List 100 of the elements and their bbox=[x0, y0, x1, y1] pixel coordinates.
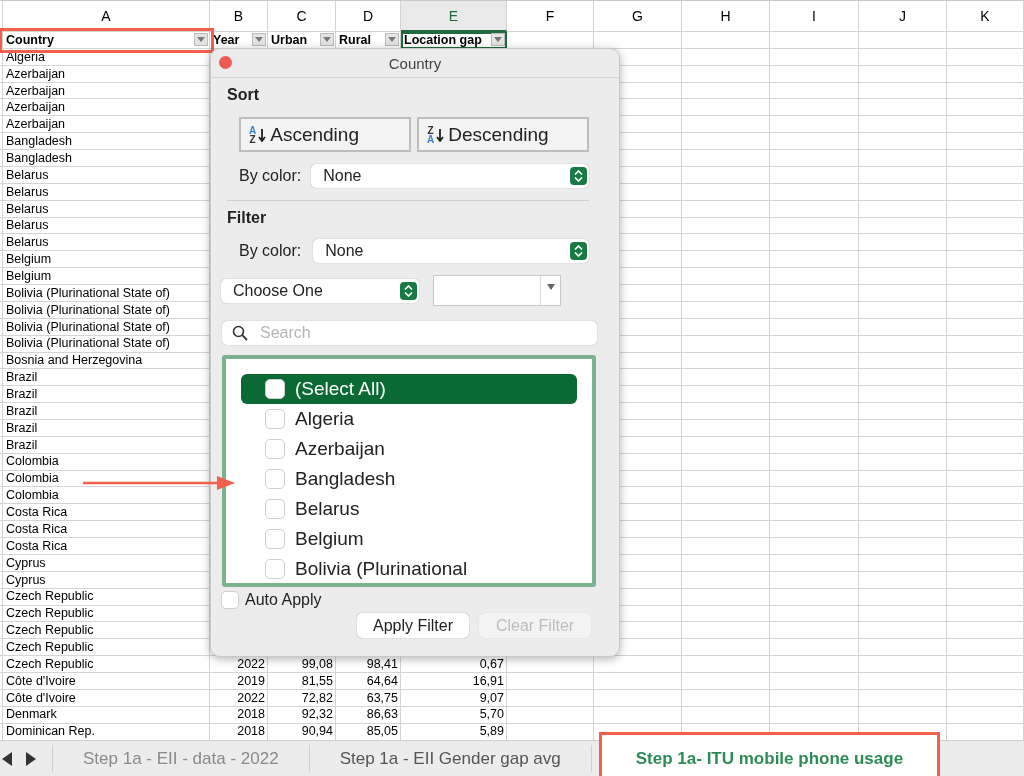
list-item[interactable]: Belarus bbox=[241, 494, 577, 524]
table-cell-text: Belarus bbox=[5, 217, 50, 235]
stepper-icon bbox=[574, 170, 583, 182]
checkbox[interactable] bbox=[265, 439, 285, 459]
table-cell-text: 2022 bbox=[236, 655, 266, 673]
stepper-icon bbox=[574, 245, 583, 257]
sort-button[interactable]: A Z Ascending bbox=[239, 117, 411, 152]
filter-dropdown-button[interactable] bbox=[385, 33, 399, 46]
checkbox-label: Auto Apply bbox=[245, 591, 322, 609]
table-cell-text: Costa Rica bbox=[5, 520, 69, 538]
table-cell-text: 81,55 bbox=[300, 672, 334, 690]
table-cell-text: 86,63 bbox=[365, 706, 399, 724]
next-sheet-icon[interactable] bbox=[26, 751, 36, 766]
sheet-tab[interactable]: Step 1a - EII Gender gap avg bbox=[309, 745, 592, 772]
color-dropdown[interactable]: None bbox=[313, 239, 589, 263]
filter-dropdown-button[interactable] bbox=[194, 33, 208, 46]
table-cell-text: Czech Republic bbox=[5, 622, 95, 639]
table-cell-text: Belarus bbox=[5, 234, 50, 252]
table-cell-text: Bangladesh bbox=[5, 133, 74, 150]
column-title: Country bbox=[6, 32, 54, 49]
table-cell-text: Bolivia (Plurinational State of) bbox=[5, 335, 171, 353]
table-cell-text: Algeria bbox=[5, 48, 46, 66]
table-cell-text: 92,32 bbox=[300, 706, 334, 724]
table-cell-text: 99,08 bbox=[300, 655, 334, 673]
list-item[interactable]: Belgium bbox=[241, 524, 577, 554]
table-cell-text: 72,82 bbox=[300, 689, 334, 707]
list-item[interactable]: Bangladesh bbox=[241, 464, 577, 494]
table-cell-text: Colombia bbox=[5, 487, 60, 505]
table-cell-text: Czech Republic bbox=[5, 588, 95, 606]
checkbox[interactable] bbox=[265, 499, 285, 519]
table-cell-text: 98,41 bbox=[365, 655, 399, 673]
filter-dropdown-button[interactable] bbox=[252, 33, 266, 46]
checkbox[interactable] bbox=[265, 529, 285, 549]
table-cell-text: Brazil bbox=[5, 386, 39, 403]
table-cell-text: Cyprus bbox=[5, 554, 47, 572]
checkbox[interactable] bbox=[221, 591, 239, 609]
search-field[interactable]: Search bbox=[222, 321, 597, 345]
sort-button[interactable]: Z A Descending bbox=[417, 117, 589, 152]
column-title: Rural bbox=[339, 32, 371, 49]
column-title: Year bbox=[213, 32, 240, 49]
search-icon bbox=[232, 325, 248, 341]
table-cell-text: Azerbaijan bbox=[5, 99, 67, 117]
field-label: By color: bbox=[239, 167, 302, 185]
condition-dropdown[interactable]: Choose One bbox=[221, 278, 419, 303]
value-combo-box[interactable] bbox=[433, 275, 561, 306]
table-cell-text: 90,94 bbox=[300, 723, 334, 740]
close-button[interactable] bbox=[219, 56, 232, 69]
table-cell-text: Brazil bbox=[5, 369, 39, 387]
table-cell-text: Dominican Rep. bbox=[5, 723, 96, 740]
table-cell-text: 2018 bbox=[236, 723, 266, 740]
table-cell-text: Czech Republic bbox=[5, 605, 95, 623]
table-cell-text: 64,64 bbox=[365, 672, 399, 690]
column-header[interactable]: E bbox=[401, 1, 507, 32]
filter-dropdown-button[interactable] bbox=[491, 33, 505, 46]
checkbox[interactable] bbox=[265, 559, 285, 579]
list-item[interactable]: (Select All) bbox=[241, 374, 577, 404]
checkbox[interactable] bbox=[265, 409, 285, 429]
list-item[interactable]: Algeria bbox=[241, 404, 577, 434]
table-cell-text: 9,07 bbox=[478, 689, 505, 707]
table-cell-text: Belarus bbox=[5, 200, 50, 218]
table-cell-text: Bangladesh bbox=[5, 150, 74, 167]
table-cell-text: Cyprus bbox=[5, 571, 47, 589]
table-cell-text: Denmark bbox=[5, 706, 58, 724]
stepper-icon bbox=[404, 284, 413, 297]
section-heading: Sort bbox=[227, 86, 260, 104]
table-cell-text: Czech Republic bbox=[5, 655, 95, 673]
table-cell-text: 2019 bbox=[236, 672, 266, 690]
checkbox[interactable] bbox=[265, 379, 285, 399]
color-dropdown[interactable]: None bbox=[311, 164, 589, 188]
sheet-tab[interactable]: Step 1a- ITU mobile phone usage bbox=[601, 735, 938, 776]
table-cell-text: Belarus bbox=[5, 183, 50, 201]
list-item[interactable]: Azerbaijan bbox=[241, 434, 577, 464]
table-cell-text: Colombia bbox=[5, 453, 60, 471]
table-cell-text: 2022 bbox=[236, 689, 266, 707]
table-cell-text: Costa Rica bbox=[5, 504, 69, 521]
table-cell-text: 0,67 bbox=[478, 655, 505, 673]
table-cell-text: Czech Republic bbox=[5, 638, 95, 656]
section-heading: Filter bbox=[227, 209, 268, 227]
table-cell-text: Costa Rica bbox=[5, 537, 69, 555]
table-cell-text: Côte d'Ivoire bbox=[5, 672, 77, 690]
table-cell-text: Bosnia and Herzegovina bbox=[5, 352, 144, 370]
table-cell-text: Belarus bbox=[5, 166, 50, 184]
filter-button[interactable]: Apply Filter bbox=[357, 613, 469, 638]
table-cell-text: Bolivia (Plurinational State of) bbox=[5, 318, 171, 336]
table-cell-text: Côte d'Ivoire bbox=[5, 689, 77, 707]
table-cell-text: 63,75 bbox=[365, 689, 399, 707]
previous-sheet-icon[interactable] bbox=[2, 751, 12, 766]
table-cell-text: Azerbaijan bbox=[5, 82, 67, 100]
list-item[interactable]: Bolivia (Plurinational bbox=[241, 554, 577, 583]
table-cell-text: Brazil bbox=[5, 436, 39, 454]
column-title: Urban bbox=[271, 32, 308, 49]
filter-dropdown-button[interactable] bbox=[320, 33, 334, 46]
checkbox[interactable] bbox=[265, 469, 285, 489]
table-cell-text: 16,91 bbox=[471, 672, 505, 690]
table-cell-text: Colombia bbox=[5, 470, 60, 488]
table-cell-text: Belgium bbox=[5, 251, 53, 269]
field-label: By color: bbox=[239, 242, 302, 260]
column-title: Location gap bbox=[404, 32, 482, 49]
table-cell-text: Brazil bbox=[5, 402, 39, 420]
table-cell-text: Belgium bbox=[5, 268, 53, 285]
